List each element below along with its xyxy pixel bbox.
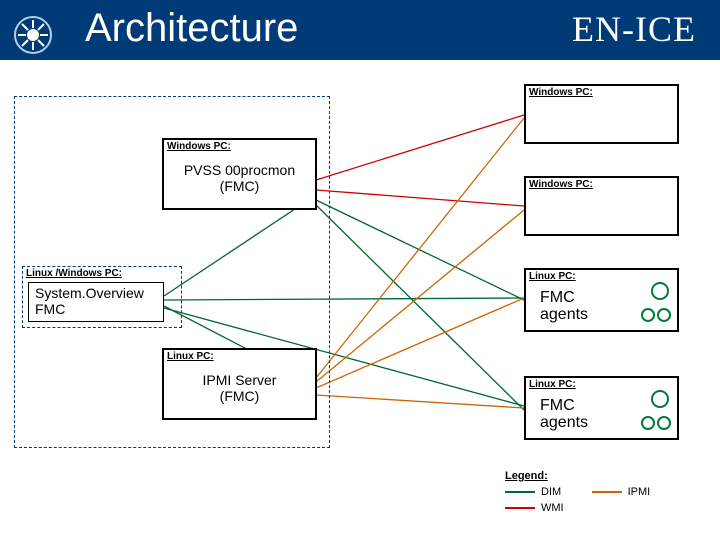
legend: Legend: DIM WMI IPMI: [505, 470, 650, 516]
agent-circle-icon: [651, 282, 669, 300]
page-title: Architecture: [85, 6, 298, 51]
legend-label-ipmi: IPMI: [628, 486, 651, 498]
legend-label-dim: DIM: [541, 486, 561, 498]
legend-swatch-dim: [505, 491, 535, 493]
slide-header: Architecture EN-ICE: [0, 0, 720, 60]
agent-circle-icon: [657, 416, 671, 430]
legend-label-wmi: WMI: [541, 502, 564, 514]
label-winpc-2: Windows PC:: [526, 178, 677, 190]
box-linuxpc-1: Linux PC: FMCagents: [524, 268, 679, 332]
brand-label: EN-ICE: [572, 8, 696, 50]
legend-title: Legend:: [505, 470, 650, 482]
box-winpc-2: Windows PC:: [524, 176, 679, 236]
procmon-line1: PVSS 00procmon: [164, 162, 315, 178]
box-procmon: Windows PC: PVSS 00procmon (FMC): [162, 138, 317, 210]
agent-circle-icon: [651, 390, 669, 408]
procmon-line2: (FMC): [164, 178, 315, 194]
agent-circle-icon: [641, 416, 655, 430]
sysov-line2: FMC: [35, 301, 163, 317]
legend-swatch-ipmi: [592, 491, 622, 493]
box-ipmi-server: Linux PC: IPMI Server (FMC): [162, 348, 317, 420]
box-winpc-1: Windows PC:: [524, 84, 679, 144]
label-winpc-1: Windows PC:: [526, 86, 677, 98]
label-linuxpc-1: Linux PC:: [526, 270, 677, 282]
legend-swatch-wmi: [505, 507, 535, 509]
ipmi-line1: IPMI Server: [164, 372, 315, 388]
box-ipmi-label: Linux PC:: [164, 350, 315, 362]
box-linuxpc-2: Linux PC: FMCagents: [524, 376, 679, 440]
logo-icon: [12, 14, 54, 56]
agent-circle-icon: [657, 308, 671, 322]
agent-circle-icon: [641, 308, 655, 322]
sysov-line1: System.Overview: [35, 285, 163, 301]
group-label-linwin: Linux /Windows PC:: [26, 268, 122, 279]
box-procmon-label: Windows PC:: [164, 140, 315, 152]
agents-label-2: FMCagents: [540, 398, 588, 432]
label-linuxpc-2: Linux PC:: [526, 378, 677, 390]
box-system-overview: System.Overview FMC: [28, 282, 164, 322]
agents-label-1: FMCagents: [540, 290, 588, 324]
ipmi-line2: (FMC): [164, 388, 315, 404]
